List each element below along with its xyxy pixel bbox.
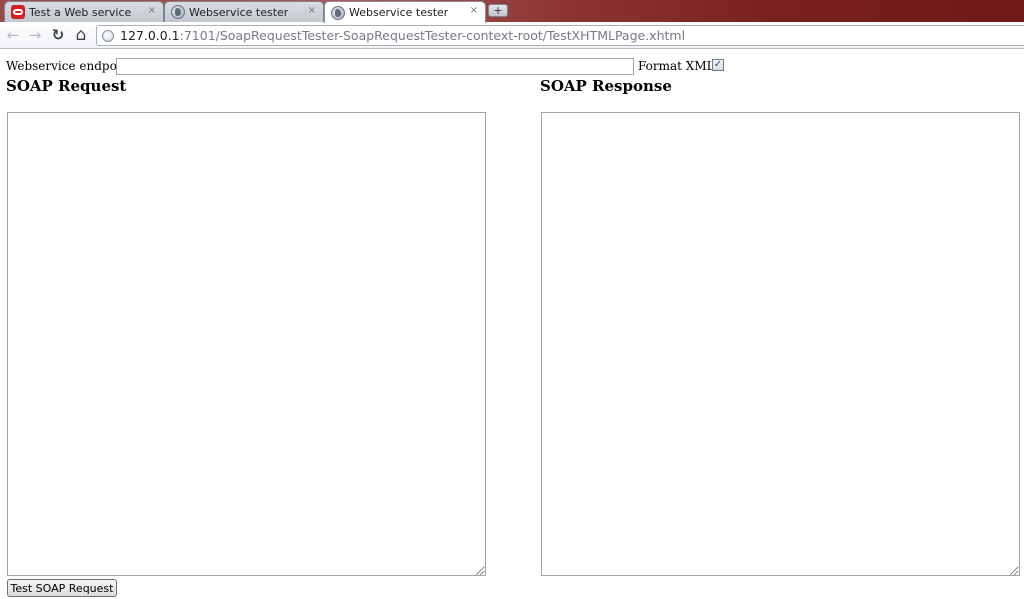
forward-arrow-icon[interactable]: → bbox=[26, 26, 44, 44]
soap-response-title: SOAP Response bbox=[540, 77, 672, 95]
home-icon[interactable]: ⌂ bbox=[72, 25, 90, 45]
globe-icon bbox=[331, 5, 345, 20]
endpoint-label: Webservice endpoint bbox=[6, 59, 134, 73]
browser-toolbar: ← → ↻ ⌂ 127.0.0.1:7101/SoapRequestTester… bbox=[0, 22, 1024, 49]
tab-title: Webservice tester bbox=[349, 6, 449, 19]
url-host: 127.0.0.1 bbox=[120, 28, 180, 43]
format-xml-checkbox[interactable]: ✓ bbox=[712, 59, 724, 71]
address-bar[interactable]: 127.0.0.1:7101/SoapRequestTester-SoapReq… bbox=[96, 25, 1024, 46]
close-icon[interactable]: × bbox=[308, 5, 316, 16]
endpoint-input[interactable] bbox=[116, 58, 634, 75]
tab-strip: Test a Web service × Webservice tester ×… bbox=[0, 0, 1024, 23]
soap-response-textarea[interactable] bbox=[541, 112, 1020, 576]
page-info-icon[interactable] bbox=[102, 29, 114, 42]
oracle-icon bbox=[11, 5, 25, 19]
globe-icon bbox=[171, 5, 185, 19]
soap-request-textarea[interactable] bbox=[7, 112, 486, 576]
url-path: :7101/SoapRequestTester-SoapRequestTeste… bbox=[179, 28, 686, 43]
tab-webservice-tester[interactable]: Webservice tester × bbox=[164, 1, 324, 22]
tab-test-a-web-service[interactable]: Test a Web service × bbox=[4, 1, 164, 22]
back-arrow-icon[interactable]: ← bbox=[4, 26, 22, 44]
tab-webservice-tester-active[interactable]: Webservice tester × bbox=[324, 1, 486, 23]
soap-request-title: SOAP Request bbox=[6, 77, 127, 95]
close-icon[interactable]: × bbox=[148, 5, 156, 16]
close-icon[interactable]: × bbox=[470, 5, 478, 16]
test-soap-request-button[interactable]: Test SOAP Request bbox=[7, 579, 117, 597]
reload-icon[interactable]: ↻ bbox=[49, 26, 67, 44]
checkmark-icon: ✓ bbox=[713, 59, 723, 70]
tab-title: Test a Web service bbox=[29, 5, 132, 19]
tab-title: Webservice tester bbox=[189, 5, 289, 19]
page-content: Webservice endpoint Format XML ✓ SOAP Re… bbox=[0, 50, 1024, 599]
format-xml-label: Format XML bbox=[638, 59, 715, 73]
new-tab-button[interactable]: + bbox=[488, 4, 508, 17]
